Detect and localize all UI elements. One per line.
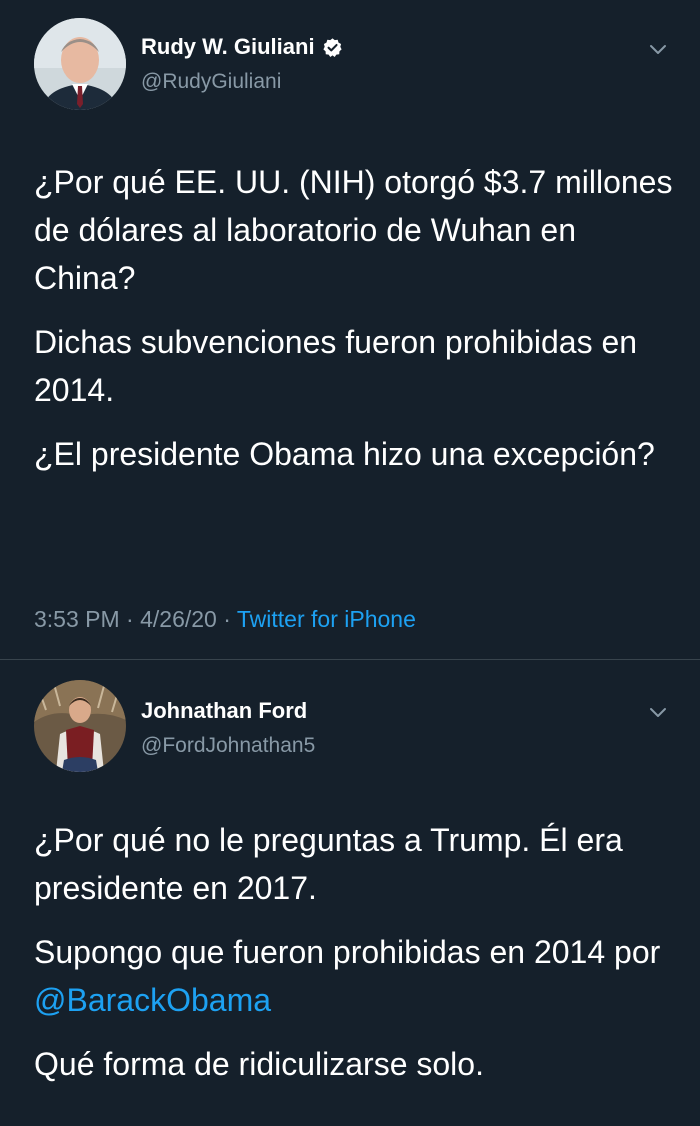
tweet-paragraph: Dichas subvenciones fueron prohibidas en… [34, 324, 638, 408]
paragraph-text: Supongo que fueron prohibidas en 2014 po… [34, 934, 661, 970]
author-name[interactable]: Johnathan Ford [141, 698, 307, 724]
tweet-ford-reply[interactable]: Johnathan Ford @FordJohnathan5 ¿Por qué … [0, 660, 700, 1126]
tweet-paragraph: Qué forma de ridiculizarse solo. [34, 1046, 484, 1082]
author-name-row[interactable]: Rudy W. Giuliani [141, 34, 343, 60]
tweet-paragraph: Supongo que fueron prohibidas en 2014 po… [34, 928, 684, 1024]
mention-link[interactable]: @BarackObama [34, 982, 271, 1018]
avatar[interactable] [34, 18, 126, 110]
chevron-down-icon[interactable] [648, 42, 668, 56]
tweet-date[interactable]: 4/26/20 [140, 606, 217, 632]
tweet-text: ¿Por qué EE. UU. (NIH) otorgó $3.7 millo… [34, 158, 684, 478]
chevron-down-icon[interactable] [648, 705, 668, 719]
tweet-paragraph: ¿El presidente Obama hizo una excepción? [34, 436, 655, 472]
tweet-metadata: 3:53 PM · 4/26/20 · Twitter for iPhone [34, 606, 416, 633]
tweet-paragraph: ¿Por qué no le preguntas a Trump. Él era… [34, 822, 623, 906]
tweet-paragraph: ¿Por qué EE. UU. (NIH) otorgó $3.7 millo… [34, 164, 673, 296]
tweet-text: ¿Por qué no le preguntas a Trump. Él era… [34, 816, 684, 1088]
tweet-time[interactable]: 3:53 PM [34, 606, 120, 632]
verified-badge-icon [322, 37, 343, 58]
tweet-giuliani[interactable]: Rudy W. Giuliani @RudyGiuliani ¿Por qué … [0, 0, 700, 659]
meta-separator: · [223, 606, 231, 632]
tweet-source-link[interactable]: Twitter for iPhone [237, 606, 416, 632]
author-handle[interactable]: @FordJohnathan5 [141, 734, 315, 758]
avatar[interactable] [34, 680, 126, 772]
author-name-row[interactable]: Johnathan Ford [141, 698, 307, 724]
author-name[interactable]: Rudy W. Giuliani [141, 34, 315, 60]
author-handle[interactable]: @RudyGiuliani [141, 70, 281, 94]
meta-separator: · [126, 606, 134, 632]
